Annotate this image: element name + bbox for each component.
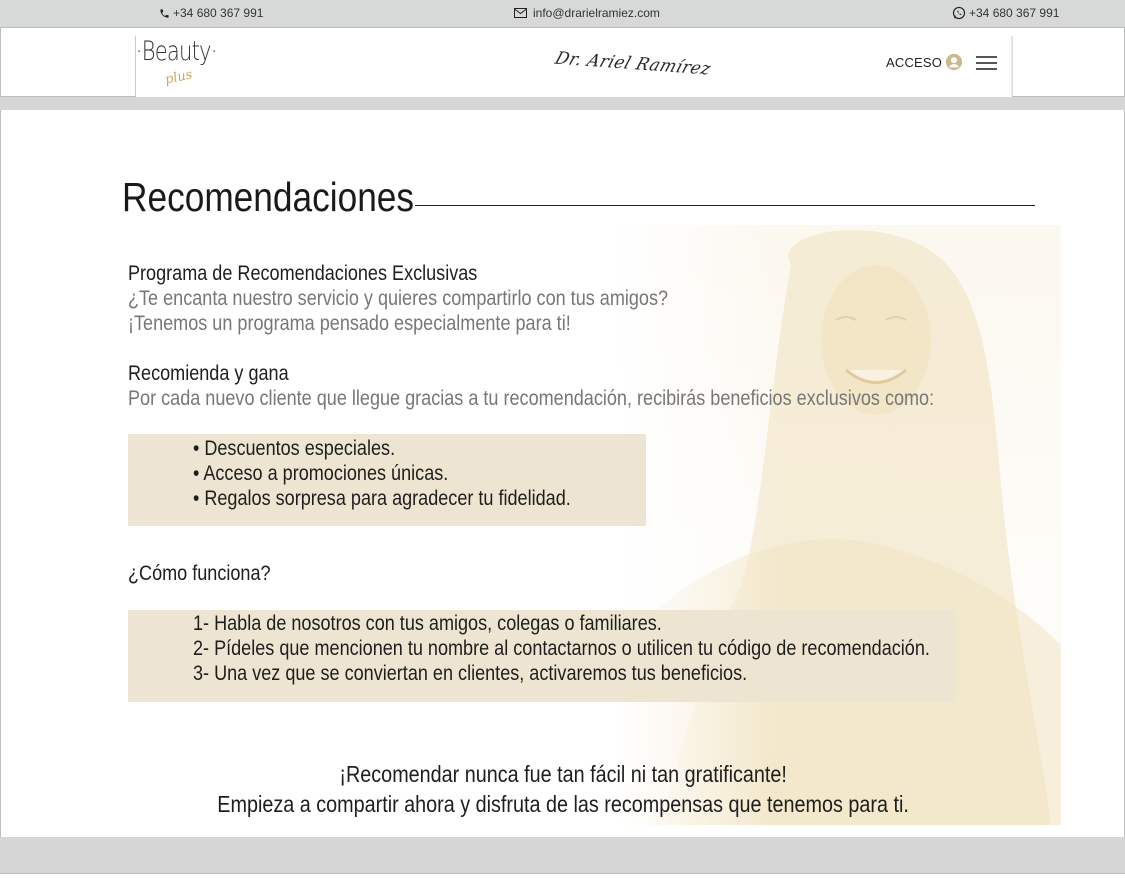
email-link[interactable]: info@drarielramiez.com <box>514 6 660 20</box>
phone-link[interactable]: +34 680 367 991 <box>159 6 263 20</box>
envelope-icon <box>514 8 527 18</box>
user-icon <box>946 53 963 71</box>
benefit-item: • Regalos sorpresa para agradecer tu fid… <box>193 487 571 510</box>
program-line-1: ¿Te encanta nuestro servicio y quieres c… <box>128 287 669 310</box>
background-woman-image <box>621 225 1061 825</box>
benefit-item: • Descuentos especiales. <box>193 437 396 460</box>
contact-bar: +34 680 367 991 info@drarielramiez.com +… <box>0 0 1125 27</box>
menu-icon[interactable] <box>976 56 997 70</box>
step-item: 1- Habla de nosotros con tus amigos, col… <box>193 612 662 635</box>
page-title-row: Recomendaciones <box>122 174 1037 228</box>
header-divider <box>0 97 1125 110</box>
earn-line: Por cada nuevo cliente que llegue gracia… <box>128 387 935 410</box>
acceso-label: ACCESO <box>886 54 943 70</box>
whatsapp-text: +34 680 367 991 <box>969 6 1060 20</box>
earn-heading: Recomienda y gana <box>128 362 289 385</box>
phone-text: +34 680 367 991 <box>173 6 264 20</box>
how-heading: ¿Cómo funciona? <box>128 562 271 585</box>
page-title: Recomendaciones <box>122 174 415 220</box>
closing-line-2: Empieza a compartir ahora y disfruta de … <box>1 791 1124 818</box>
program-heading: Programa de Recomendaciones Exclusivas <box>128 262 478 285</box>
site-header: ·Beauty· plus Dr. Ariel Ramírez ACCESO <box>0 27 1125 763</box>
beauty-plus-logo[interactable]: ·Beauty· plus <box>135 34 1013 763</box>
main-content: Recomendaciones Programa de Recomendacio… <box>0 110 1125 837</box>
step-item: 2- Pídeles que mencionen tu nombre al co… <box>193 637 930 660</box>
program-line-2: ¡Tenemos un programa pensado especialmen… <box>128 312 571 335</box>
closing-text-1: ¡Recomendar nunca fue tan fácil ni tan g… <box>339 761 788 787</box>
closing-text-2: Empieza a compartir ahora y disfruta de … <box>217 791 910 817</box>
closing-line-1: ¡Recomendar nunca fue tan fácil ni tan g… <box>1 761 1124 788</box>
phone-icon <box>160 8 169 18</box>
step-item: 3- Una vez que se conviertan en clientes… <box>193 662 748 685</box>
footer-edge <box>0 873 1125 879</box>
whatsapp-icon <box>952 6 966 20</box>
acceso-button[interactable]: ACCESO <box>886 53 963 71</box>
title-divider-line <box>415 205 1035 206</box>
email-text: info@drarielramiez.com <box>533 6 660 20</box>
whatsapp-link[interactable]: +34 680 367 991 <box>952 6 1059 20</box>
footer-strip <box>0 837 1125 873</box>
benefit-item: • Acceso a promociones únicas. <box>193 462 449 485</box>
